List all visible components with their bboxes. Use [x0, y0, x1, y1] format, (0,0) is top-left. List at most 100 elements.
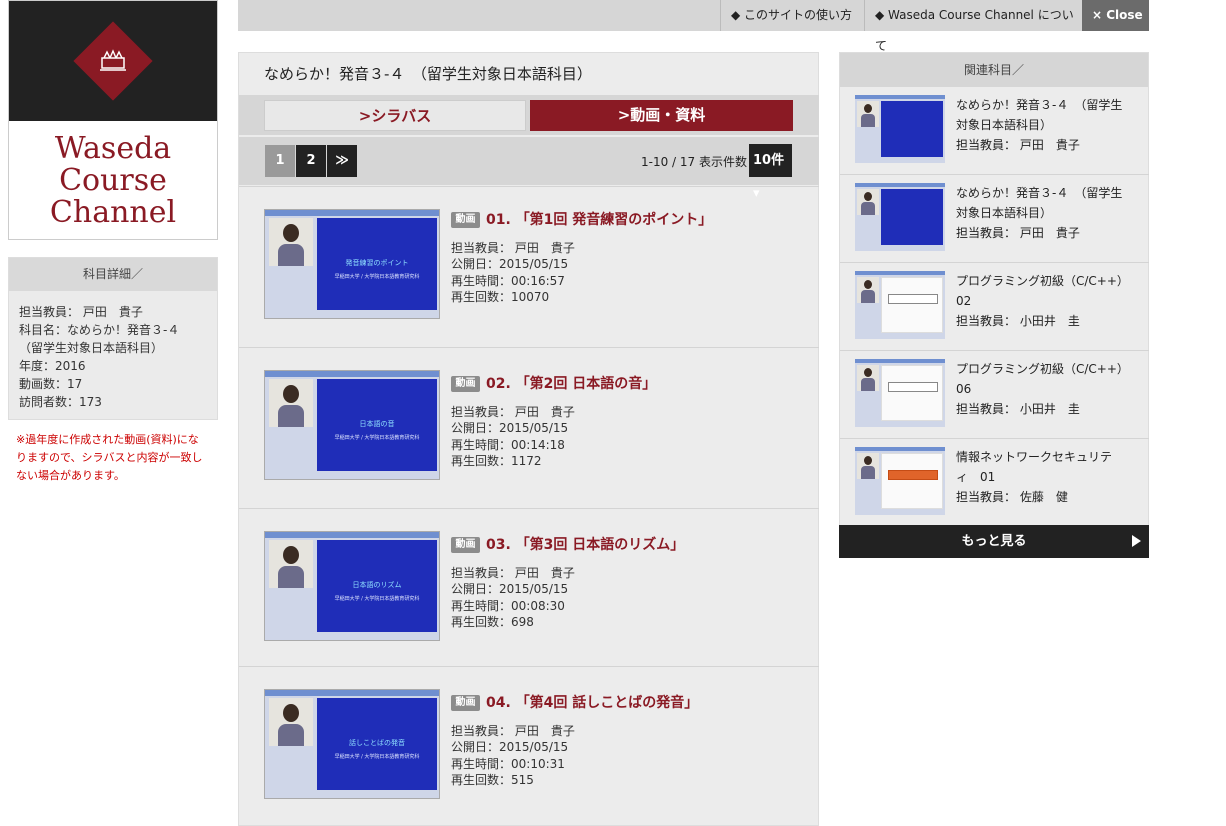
thumbnail-header-strip [855, 447, 945, 451]
slide-image: 話しことばの発音 早稲田大学 / 大学院日本語教育研究科 [317, 698, 437, 790]
video-thumbnail[interactable]: 話しことばの発音 早稲田大学 / 大学院日本語教育研究科 [264, 689, 440, 799]
lecturer-image [269, 540, 313, 588]
video-list-item[interactable]: 日本語のリズム 早稲田大学 / 大学院日本語教育研究科 動画 03. 「第3回 … [239, 508, 819, 669]
per-page-select[interactable]: 10件 ▾ [749, 144, 792, 201]
video-title: 「第1回 発音練習のポイント」 [515, 212, 713, 228]
see-more-button[interactable]: もっと見る [839, 525, 1149, 558]
detail-year: 年度：2016 [19, 359, 86, 373]
detail-visitor-count: 訪問者数：173 [19, 395, 102, 409]
slide-image [881, 101, 943, 157]
slide-image: 発音練習のポイント 早稲田大学 / 大学院日本語教育研究科 [317, 218, 437, 310]
thumbnail-header-strip [265, 210, 439, 216]
slide-title: 発音練習のポイント [345, 259, 409, 267]
related-course-title-line-1: プログラミング初級（C/C++） [956, 362, 1129, 376]
thumbnail-header-strip [265, 532, 439, 538]
video-list-item[interactable]: 日本語の音 早稲田大学 / 大学院日本語教育研究科 動画 02. 「第2回 日本… [239, 347, 819, 508]
slide-title: 話しことばの発音 [349, 739, 405, 747]
related-course-info: なめらか！発音３-４ （留学生 対象日本語科目） 担当教員： 戸田 貴子 [956, 95, 1136, 155]
slide-subtitle: 早稲田大学 / 大学院日本語教育研究科 [334, 754, 420, 760]
video-list-item[interactable]: 発音練習のポイント 早稲田大学 / 大学院日本語教育研究科 動画 01. 「第1… [239, 186, 819, 347]
video-number: 02. [486, 376, 511, 392]
next-page-button[interactable]: ≫ [327, 145, 357, 177]
how-to-use-link[interactable]: ◆ このサイトの使い方 [720, 0, 865, 31]
related-course-teacher: 担当教員： 小田井 圭 [956, 402, 1080, 416]
video-title: 「第3回 日本語のリズム」 [515, 537, 685, 553]
related-course-info: プログラミング初級（C/C++） 02 担当教員： 小田井 圭 [956, 271, 1136, 331]
page-1-button[interactable]: 1 [265, 145, 295, 177]
related-course-item[interactable]: プログラミング初級（C/C++） 02 担当教員： 小田井 圭 [840, 263, 1149, 351]
related-course-thumbnail[interactable] [855, 183, 945, 251]
related-course-thumbnail[interactable] [855, 359, 945, 427]
video-views: 再生回数：515 [451, 772, 534, 787]
slide-title: 日本語のリズム [352, 581, 402, 589]
video-title-link[interactable]: 01. 「第1回 発音練習のポイント」 [486, 209, 712, 229]
course-title: なめらか！発音３-４ （留学生対象日本語科目） [264, 65, 592, 83]
related-course-teacher: 担当教員： 小田井 圭 [956, 314, 1080, 328]
related-course-title-line-1: 情報ネットワークセキュリテ [956, 450, 1113, 464]
related-course-teacher: 担当教員： 佐藤 健 [956, 490, 1068, 504]
related-course-title-line-1: なめらか！発音３-４ （留学生 [956, 98, 1123, 112]
slide-image [881, 365, 943, 421]
course-panel: なめらか！発音３-４ （留学生対象日本語科目） >シラバス >動画・資料 1 2… [238, 52, 819, 826]
thumbnail-header-strip [265, 690, 439, 696]
video-duration: 再生時間：00:14:18 [451, 437, 565, 452]
waseda-emblem-icon [73, 21, 153, 101]
related-course-info: プログラミング初級（C/C++） 06 担当教員： 小田井 圭 [956, 359, 1136, 419]
video-meta: 担当教員： 戸田 貴子 公開日：2015/05/15 再生時間：00:14:18… [451, 404, 575, 469]
related-course-info: 情報ネットワークセキュリテ ィ 01 担当教員： 佐藤 健 [956, 447, 1136, 507]
related-course-item[interactable]: プログラミング初級（C/C++） 06 担当教員： 小田井 圭 [840, 351, 1149, 439]
lecturer-image [269, 218, 313, 266]
thumbnail-header-strip [855, 95, 945, 99]
video-number: 03. [486, 537, 511, 553]
lecturer-image [857, 101, 879, 127]
tab-syllabus[interactable]: >シラバス [264, 100, 526, 131]
lecturer-image [857, 277, 879, 303]
play-arrow-icon [1132, 535, 1141, 547]
video-teacher: 担当教員： 戸田 貴子 [451, 405, 575, 419]
related-course-thumbnail[interactable] [855, 95, 945, 163]
page-2-button[interactable]: 2 [296, 145, 326, 177]
video-views: 再生回数：10070 [451, 289, 550, 304]
result-count: 1-10 / 17 表示件数 [641, 155, 747, 169]
see-more-label: もっと見る [961, 534, 1027, 549]
top-bar: ◆ このサイトの使い方 ◆ Waseda Course Channel について… [238, 0, 1149, 53]
course-details-body: 担当教員： 戸田 貴子 科目名：なめらか！発音３-４ （留学生対象日本語科目） … [9, 291, 217, 411]
related-course-item[interactable]: 情報ネットワークセキュリテ ィ 01 担当教員： 佐藤 健 [840, 439, 1149, 527]
lecturer-image [269, 379, 313, 427]
syllabus-warning: ※過年度に作成された動画(資料)になりますので、シラバスと内容が一致しない場合が… [16, 433, 203, 482]
course-details-box: 科目詳細／ 担当教員： 戸田 貴子 科目名：なめらか！発音３-４ （留学生対象日… [8, 257, 218, 420]
related-courses-panel: 関連科目／ なめらか！発音３-４ （留学生 対象日本語科目） 担当教員： 戸田 … [839, 52, 1149, 558]
related-course-title-line-2: ィ 01 [956, 470, 996, 484]
related-course-title-line-2: 対象日本語科目） [956, 118, 1053, 132]
video-title-link[interactable]: 04. 「第4回 話しことばの発音」 [486, 692, 698, 712]
related-course-thumbnail[interactable] [855, 447, 945, 515]
slide-subtitle: 早稲田大学 / 大学院日本語教育研究科 [334, 435, 420, 441]
slide-image [881, 277, 943, 333]
related-course-thumbnail[interactable] [855, 271, 945, 339]
logo-line-1: Waseda [54, 131, 172, 166]
video-thumbnail[interactable]: 日本語の音 早稲田大学 / 大学院日本語教育研究科 [264, 370, 440, 480]
close-button[interactable]: × Close [1082, 0, 1149, 31]
logo-wordmark: Waseda Course Channel [9, 121, 217, 229]
video-views: 再生回数：1172 [451, 453, 542, 468]
tab-videos-materials[interactable]: >動画・資料 [530, 100, 793, 131]
video-badge: 動画 [451, 537, 480, 553]
lecturer-image [857, 189, 879, 215]
video-title-link[interactable]: 02. 「第2回 日本語の音」 [486, 373, 656, 393]
slide-image [881, 189, 943, 245]
video-views: 再生回数：698 [451, 614, 534, 629]
related-course-title-line-2: 対象日本語科目） [956, 206, 1053, 220]
video-badge: 動画 [451, 695, 480, 711]
course-details-heading: 科目詳細／ [9, 258, 217, 291]
video-title-link[interactable]: 03. 「第3回 日本語のリズム」 [486, 534, 684, 554]
site-logo[interactable]: Waseda Course Channel [8, 0, 218, 240]
video-list-item[interactable]: 話しことばの発音 早稲田大学 / 大学院日本語教育研究科 動画 04. 「第4回… [239, 666, 819, 826]
thumbnail-header-strip [855, 183, 945, 187]
lecturer-image [857, 365, 879, 391]
related-course-item[interactable]: なめらか！発音３-４ （留学生 対象日本語科目） 担当教員： 戸田 貴子 [840, 87, 1149, 175]
related-course-item[interactable]: なめらか！発音３-４ （留学生 対象日本語科目） 担当教員： 戸田 貴子 [840, 175, 1149, 263]
video-thumbnail[interactable]: 日本語のリズム 早稲田大学 / 大学院日本語教育研究科 [264, 531, 440, 641]
detail-teacher: 担当教員： 戸田 貴子 [19, 305, 143, 319]
video-thumbnail[interactable]: 発音練習のポイント 早稲田大学 / 大学院日本語教育研究科 [264, 209, 440, 319]
about-link[interactable]: ◆ Waseda Course Channel について [864, 0, 1082, 53]
